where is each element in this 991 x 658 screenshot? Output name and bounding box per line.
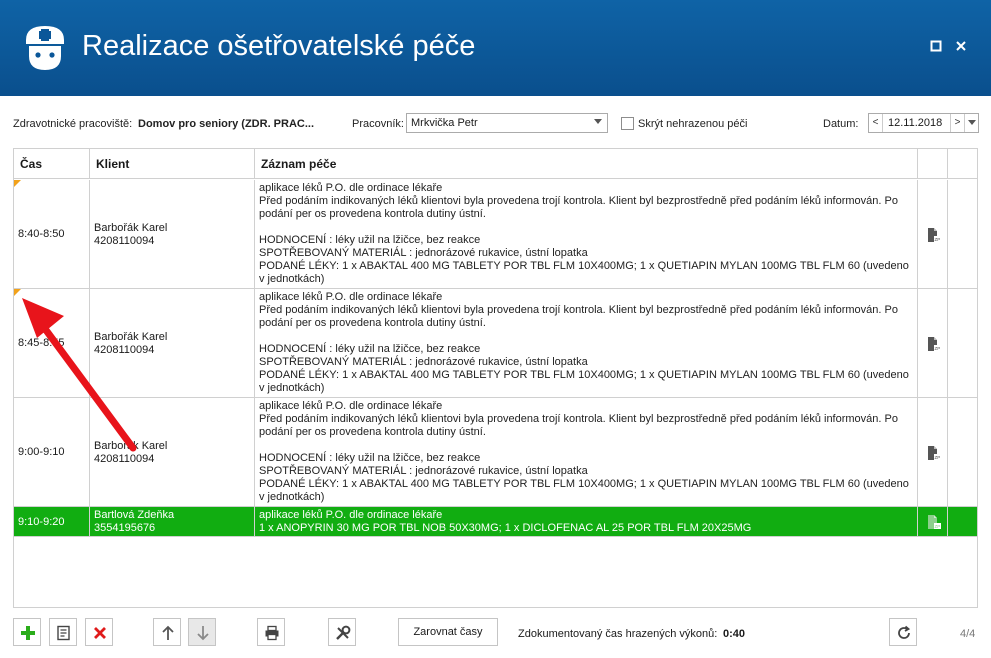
client-id: 3554195676: [94, 522, 156, 534]
plus-icon: [21, 626, 35, 640]
table-row[interactable]: 9:00-9:10 Barbořák Karel 4208110094 aplikac…: [14, 398, 977, 507]
column-care-record[interactable]: Záznam péče: [255, 149, 918, 179]
worker-label: Pracovník:: [352, 118, 404, 130]
move-up-button[interactable]: [153, 618, 181, 646]
table-row[interactable]: 8:40-8:50 Barbořák Karel 4208110094 aplikac…: [14, 180, 977, 289]
hide-unpaid-checkbox[interactable]: [621, 117, 634, 130]
column-client[interactable]: Klient: [90, 149, 255, 179]
print-button[interactable]: [257, 618, 285, 646]
worker-value: Mrkvička Petr: [411, 117, 478, 129]
chevron-down-icon: [594, 119, 602, 124]
column-document: [918, 149, 948, 179]
empty-cell: [948, 398, 977, 506]
empty-cell: [948, 507, 977, 536]
client-name: Barbořák Karel: [94, 331, 168, 343]
date-label: Datum:: [823, 118, 859, 130]
arrow-up-icon: [162, 625, 174, 640]
client-name: Barbořák Karel: [94, 222, 168, 234]
maximize-icon[interactable]: [928, 40, 944, 56]
documented-time-label: Zdokumentovaný čas hrazených výkonů:: [518, 628, 718, 640]
nurse-icon: [26, 26, 64, 70]
time-value: 9:10-9:20: [18, 516, 65, 528]
zp-document-icon[interactable]: ZP: [927, 445, 941, 461]
document-cell[interactable]: ZP: [918, 398, 948, 506]
time-value: 8:40-8:50: [18, 228, 65, 240]
align-times-button[interactable]: Zarovnat časy: [398, 618, 498, 646]
refresh-icon: [898, 625, 911, 639]
date-prev-button[interactable]: <: [869, 114, 883, 132]
document-cell[interactable]: ZP: [918, 180, 948, 288]
client-cell[interactable]: Barbořák Karel 4208110094: [90, 180, 255, 288]
care-record-cell[interactable]: aplikace léků P.O. dle ordinace lékaře P…: [255, 398, 918, 506]
svg-text:ZP: ZP: [935, 455, 941, 460]
time-cell[interactable]: 9:00-9:10: [14, 398, 90, 506]
worker-select[interactable]: Mrkvička Petr: [406, 113, 608, 133]
filter-bar: Zdravotnické pracoviště: Domov pro senio…: [0, 110, 991, 138]
delete-button[interactable]: [85, 618, 113, 646]
record-counter: 4/4: [960, 628, 976, 640]
delete-icon: [94, 627, 106, 639]
svg-text:ZP: ZP: [935, 346, 941, 351]
client-cell[interactable]: Barbořák Karel 4208110094: [90, 398, 255, 506]
table-row[interactable]: 8:45-8:55 Barbořák Karel 4208110094 aplikac…: [14, 289, 977, 398]
hide-unpaid-label[interactable]: Skrýt nehrazenou péči: [638, 118, 747, 130]
date-picker[interactable]: < 12.11.2018 >: [868, 113, 979, 133]
add-button[interactable]: [13, 618, 41, 646]
care-record-cell[interactable]: aplikace léků P.O. dle ordinace lékaře 1…: [255, 507, 918, 536]
date-value[interactable]: 12.11.2018: [888, 117, 942, 129]
time-cell[interactable]: 8:40-8:50: [14, 180, 90, 288]
time-value: 9:00-9:10: [18, 446, 65, 458]
client-id: 4208110094: [94, 453, 155, 465]
client-id: 4208110094: [94, 235, 155, 247]
document-cell[interactable]: ZP: [918, 507, 948, 536]
client-name: Bartlová Zdeňka: [94, 509, 175, 521]
refresh-button[interactable]: [889, 618, 917, 646]
empty-cell: [948, 289, 977, 397]
chevron-down-icon: [967, 120, 976, 125]
client-id: 4208110094: [94, 344, 155, 356]
tools-button[interactable]: [328, 618, 356, 646]
zp-document-icon[interactable]: ZP: [927, 514, 941, 530]
client-name: Barbořák Karel: [94, 440, 168, 452]
empty-cell: [948, 180, 977, 288]
date-dropdown-button[interactable]: [964, 114, 978, 132]
grid-header: Čas Klient Záznam péče: [14, 149, 977, 179]
close-icon[interactable]: [953, 40, 969, 56]
edit-button[interactable]: [49, 618, 77, 646]
workplace-label: Zdravotnické pracoviště:: [13, 118, 133, 130]
arrow-down-icon: [197, 626, 209, 641]
column-time[interactable]: Čas: [14, 149, 90, 179]
documented-time-value: 0:40: [723, 628, 746, 640]
document-cell[interactable]: ZP: [918, 289, 948, 397]
title-bar: Realizace ošetřovatelské péče: [0, 0, 991, 96]
table-row[interactable]: 9:10-9:20 Bartlová Zdeňka 3554195676 aplika…: [14, 507, 977, 537]
print-icon: [265, 625, 279, 641]
zp-document-icon[interactable]: ZP: [927, 336, 941, 352]
move-down-button[interactable]: [188, 618, 216, 646]
tools-icon: [336, 625, 351, 640]
zp-document-icon[interactable]: ZP: [927, 227, 941, 243]
workplace-value[interactable]: Domov pro seniory (ZDR. PRAC...: [138, 118, 314, 130]
client-cell[interactable]: Bartlová Zdeňka 3554195676: [90, 507, 255, 536]
time-cell[interactable]: 9:10-9:20: [14, 507, 90, 536]
svg-text:ZP: ZP: [935, 237, 941, 242]
window-title: Realizace ošetřovatelské péče: [82, 30, 476, 62]
care-record-cell[interactable]: aplikace léků P.O. dle ordinace lékaře P…: [255, 289, 918, 397]
time-value: 8:45-8:55: [18, 337, 65, 349]
care-records-grid: Čas Klient Záznam péče 8:40-8:50 Barbořák…: [13, 148, 978, 608]
flag-marker: [14, 289, 21, 296]
edit-icon: [57, 625, 70, 641]
time-cell[interactable]: 8:45-8:55: [14, 289, 90, 397]
flag-marker: [14, 180, 21, 187]
client-cell[interactable]: Barbořák Karel 4208110094: [90, 289, 255, 397]
svg-text:ZP: ZP: [935, 524, 941, 529]
date-next-button[interactable]: >: [950, 114, 964, 132]
care-record-cell[interactable]: aplikace léků P.O. dle ordinace lékaře P…: [255, 180, 918, 288]
